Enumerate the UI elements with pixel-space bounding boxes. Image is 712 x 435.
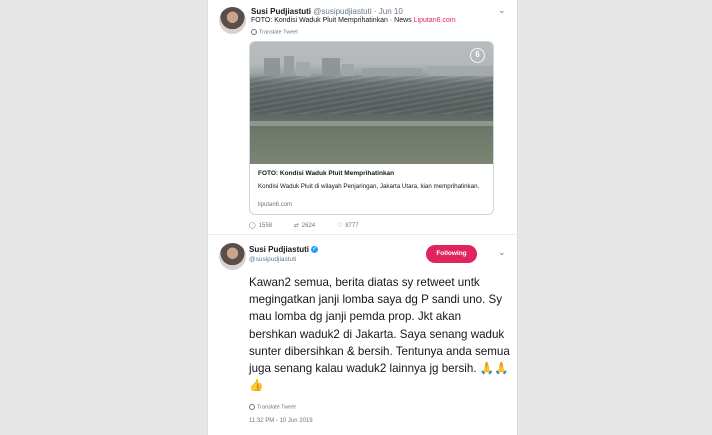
tweet1-author-handle[interactable]: @susipudjiastuti	[313, 7, 371, 16]
divider	[208, 234, 517, 235]
like-button[interactable]: ♡ 8777	[337, 222, 359, 229]
card-description: Kondisi Waduk Pluit di wilayah Penjaring…	[258, 183, 480, 190]
tweet1-action-bar: ◯ 1558 ⇄ 2624 ♡ 8777	[249, 222, 379, 229]
left-background	[0, 0, 207, 435]
card-title: FOTO: Kondisi Waduk Pluit Memprihatinkan	[258, 170, 395, 177]
like-count: 8777	[345, 223, 359, 229]
tweet1-text-main: FOTO: Kondisi Waduk Pluit Memprihatinkan	[251, 17, 388, 24]
avatar[interactable]	[219, 7, 246, 34]
tweet2-timestamp[interactable]: 11:32 PM - 10 Jun 2019	[249, 418, 313, 424]
chevron-down-icon[interactable]: ⌄	[498, 248, 507, 257]
like-icon: ♡	[336, 223, 343, 229]
tweet1-date[interactable]: Jun 10	[379, 7, 403, 16]
tweet1-header: Susi Pudjiastuti @susipudjiastuti · Jun …	[251, 7, 403, 16]
translate-tweet-link[interactable]: Translate Tweet	[251, 29, 298, 35]
translate-label: Translate Tweet	[257, 404, 296, 411]
translate-label: Translate Tweet	[259, 29, 298, 36]
tweet2-author-name-text: Susi Pudjiastuti	[249, 245, 310, 254]
avatar[interactable]	[219, 243, 246, 270]
tweet1-source-link[interactable]: Liputan6.com	[414, 17, 456, 24]
retweet-button[interactable]: ⇄ 2624	[294, 222, 315, 229]
reply-button[interactable]: ◯ 1558	[249, 222, 272, 229]
link-preview-card[interactable]: 6 FOTO: Kondisi Waduk Pluit Memprihatink…	[249, 41, 494, 215]
globe-icon	[249, 404, 255, 410]
reply-icon: ◯	[249, 223, 256, 229]
tweet2-author-name[interactable]: Susi Pudjiastuti ✓	[249, 245, 319, 254]
card-domain: liputan6.com	[258, 202, 293, 208]
globe-icon	[251, 29, 257, 35]
right-background	[516, 0, 712, 435]
tweet1-text: FOTO: Kondisi Waduk Pluit Memprihatinkan…	[251, 17, 456, 24]
liputan6-logo-icon: 6	[470, 48, 485, 63]
news-photo: 6	[250, 42, 493, 164]
following-button[interactable]: Following	[426, 245, 477, 263]
tweet2-author-handle[interactable]: @susipudjiastuti	[249, 256, 296, 263]
tweet1-text-via: · News	[387, 17, 414, 24]
chevron-down-icon[interactable]: ⌄	[498, 6, 507, 15]
reply-count: 1558	[258, 223, 273, 229]
tweet-thread-card: Susi Pudjiastuti @susipudjiastuti · Jun …	[207, 0, 518, 435]
verified-badge-icon: ✓	[311, 246, 319, 254]
tweet1-author-name[interactable]: Susi Pudjiastuti	[251, 7, 311, 16]
translate-tweet-link[interactable]: Translate Tweet	[249, 404, 296, 410]
retweet-count: 2624	[301, 223, 316, 229]
separator-dot: ·	[373, 7, 377, 16]
retweet-icon: ⇄	[293, 223, 299, 229]
tweet2-text: Kawan2 semua, berita diatas sy retweet u…	[249, 276, 510, 393]
